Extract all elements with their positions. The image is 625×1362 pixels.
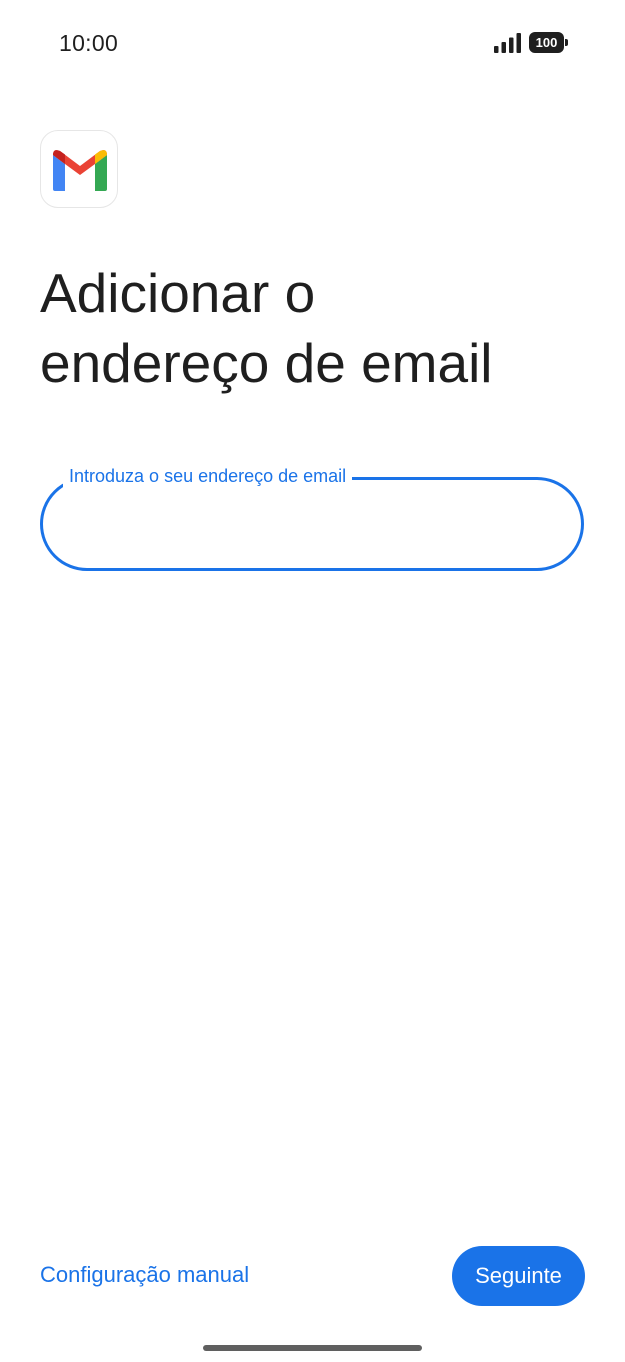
next-button[interactable]: Seguinte bbox=[452, 1246, 585, 1306]
signal-icon bbox=[494, 33, 521, 53]
battery-cap bbox=[565, 39, 568, 46]
battery-level: 100 bbox=[529, 32, 564, 53]
status-bar: 10:00 100 bbox=[0, 0, 625, 88]
email-input[interactable] bbox=[69, 500, 563, 550]
page-title-line2: endereço de email bbox=[40, 332, 493, 394]
page-title: Adicionar o endereço de email bbox=[40, 258, 600, 398]
home-indicator[interactable] bbox=[203, 1345, 422, 1351]
email-field-label: Introduza o seu endereço de email bbox=[63, 464, 353, 488]
page-title-line1: Adicionar o bbox=[40, 262, 316, 324]
status-time: 10:00 bbox=[59, 30, 119, 56]
battery-icon: 100 bbox=[529, 32, 569, 53]
manual-setup-link[interactable]: Configuração manual bbox=[40, 1262, 249, 1288]
gmail-logo-icon bbox=[40, 130, 118, 208]
gmail-m-icon bbox=[53, 150, 107, 191]
email-field[interactable]: Introduza o seu endereço de email bbox=[40, 464, 584, 571]
